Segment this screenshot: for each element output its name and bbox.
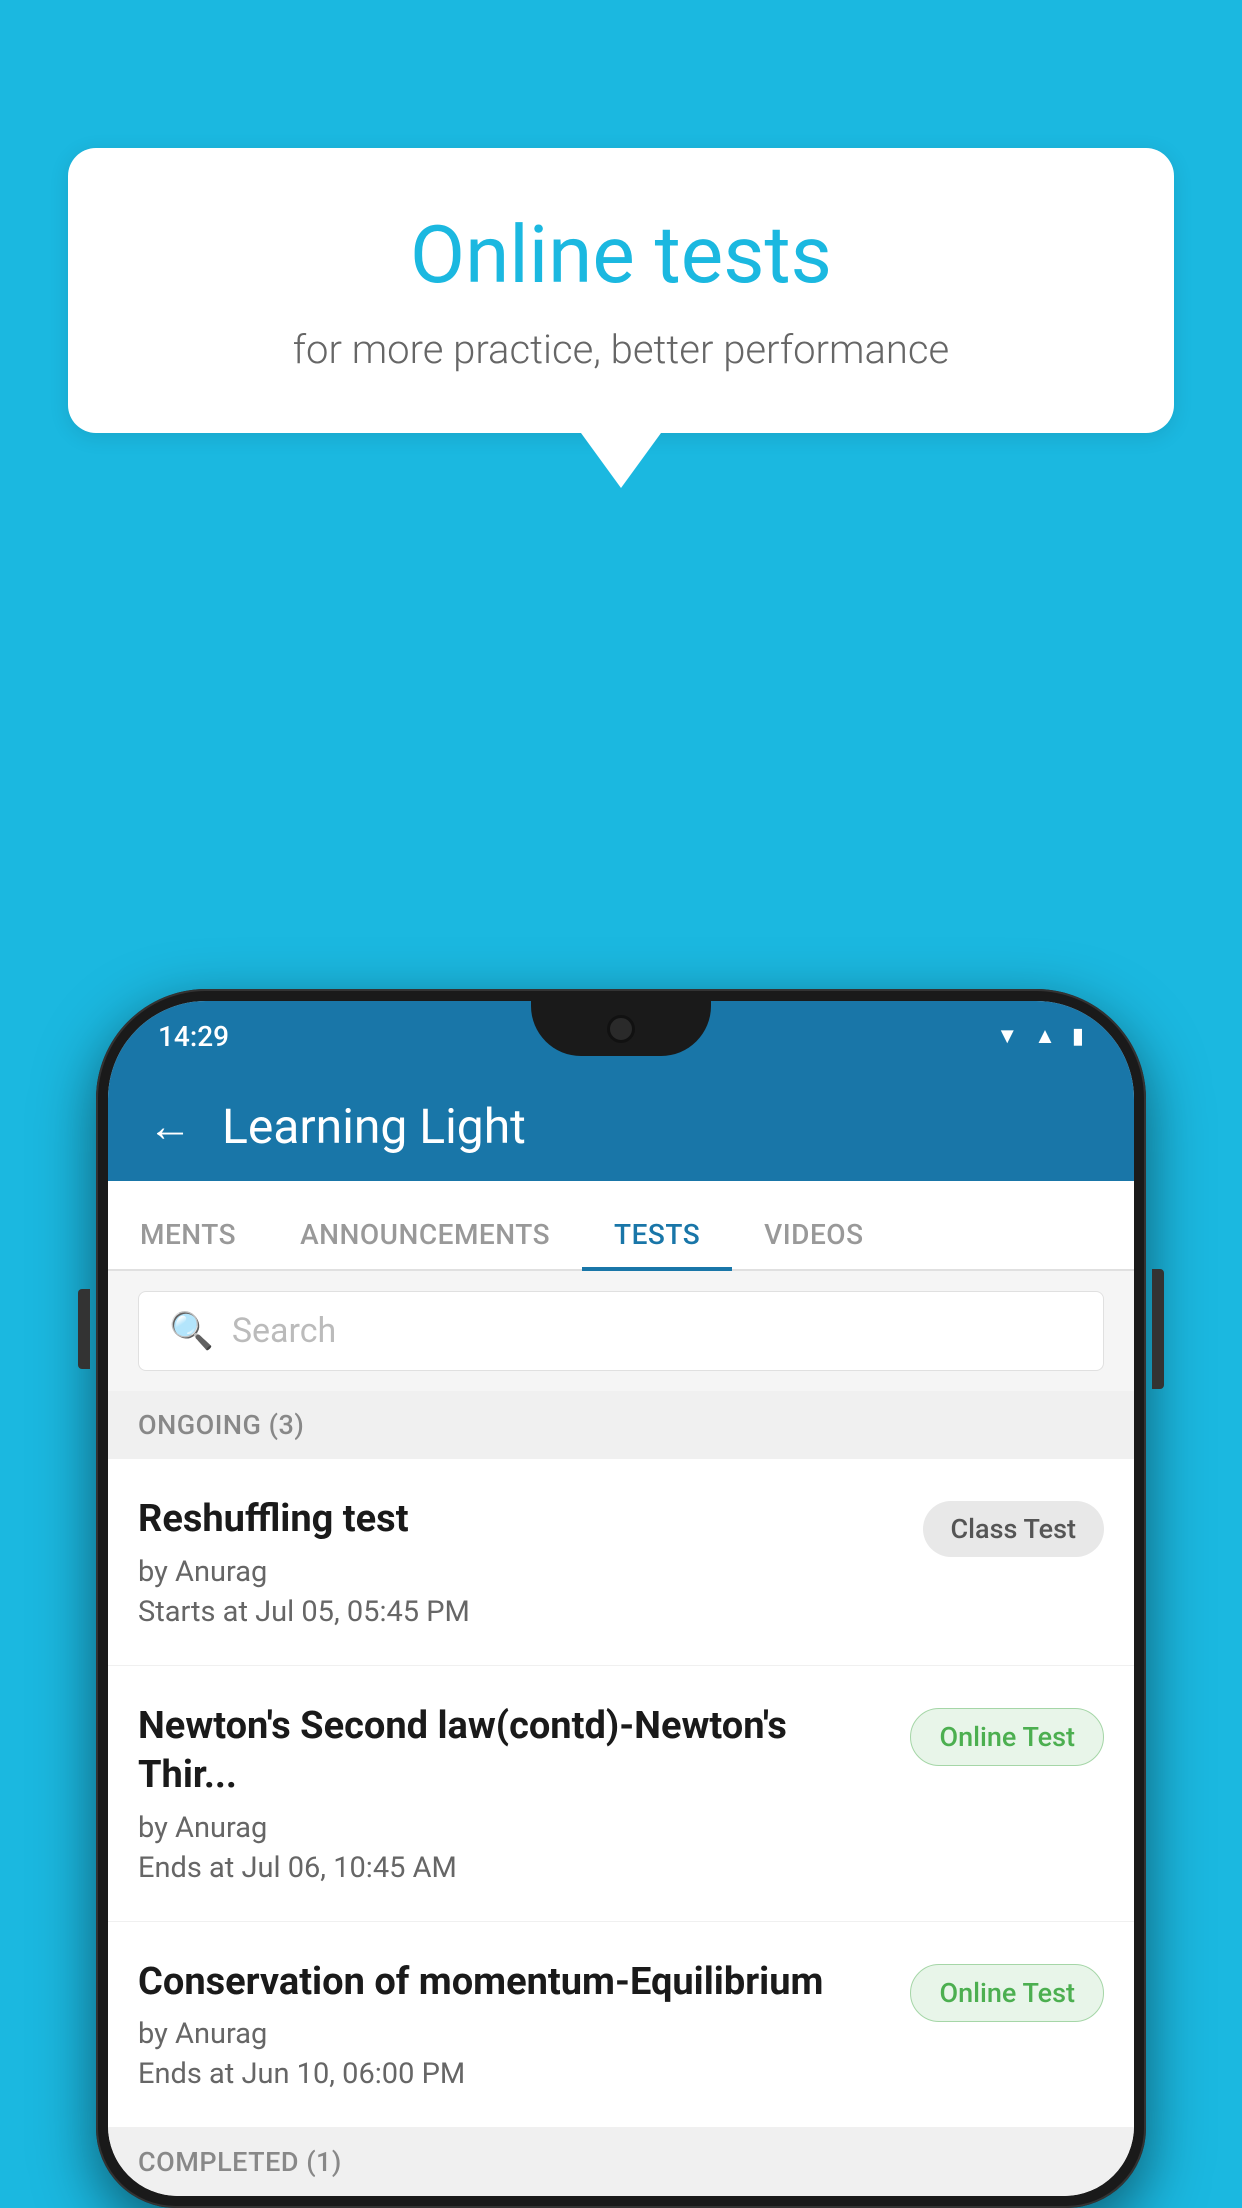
test-badge-3: Online Test [910,1964,1104,2022]
test-date-2: Ends at Jul 06, 10:45 AM [138,1851,890,1885]
app-title: Learning Light [222,1098,526,1155]
search-input[interactable]: Search [232,1311,336,1351]
completed-section-header: COMPLETED (1) [108,2128,1134,2196]
test-item-1[interactable]: Reshuffling test by Anurag Starts at Jul… [108,1459,1134,1665]
camera [607,1015,635,1043]
test-author-3: by Anurag [138,2017,890,2051]
test-date-1: Starts at Jul 05, 05:45 PM [138,1595,903,1629]
test-name-3: Conservation of momentum-Equilibrium [138,1958,890,2007]
search-icon: 🔍 [169,1310,214,1352]
test-author-1: by Anurag [138,1555,903,1589]
phone-screen: 14:29 ▼ ▲ ▮ ← Learning Light MENTS [108,1001,1134,2196]
test-name-1: Reshuffling test [138,1495,903,1544]
status-time: 14:29 [158,1020,229,1053]
tab-ments[interactable]: MENTS [108,1218,268,1269]
app-header: ← Learning Light [108,1071,1134,1181]
test-item-2[interactable]: Newton's Second law(contd)-Newton's Thir… [108,1666,1134,1922]
back-button[interactable]: ← [148,1100,192,1152]
status-bar: 14:29 ▼ ▲ ▮ [108,1001,1134,1071]
speech-bubble-arrow [581,433,661,488]
test-list: Reshuffling test by Anurag Starts at Jul… [108,1459,1134,2128]
test-date-3: Ends at Jun 10, 06:00 PM [138,2057,890,2091]
phone-volume-button [78,1289,90,1369]
test-info-2: Newton's Second law(contd)-Newton's Thir… [138,1702,890,1885]
battery-icon: ▮ [1072,1024,1084,1049]
tab-videos[interactable]: VIDEOS [732,1218,895,1269]
phone-outer: 14:29 ▼ ▲ ▮ ← Learning Light MENTS [96,989,1146,2208]
speech-bubble-container: Online tests for more practice, better p… [68,148,1174,488]
tab-announcements[interactable]: ANNOUNCEMENTS [268,1218,582,1269]
signal-icon: ▲ [1034,1023,1056,1049]
search-bar[interactable]: 🔍 Search [138,1291,1104,1371]
test-info-3: Conservation of momentum-Equilibrium by … [138,1958,890,2091]
status-icons: ▼ ▲ ▮ [996,1023,1084,1049]
phone-power-button [1152,1269,1164,1389]
test-author-2: by Anurag [138,1811,890,1845]
test-badge-1: Class Test [923,1501,1105,1557]
test-name-2: Newton's Second law(contd)-Newton's Thir… [138,1702,890,1801]
test-badge-2: Online Test [910,1708,1104,1766]
notch [531,1001,711,1056]
wifi-icon: ▼ [996,1023,1018,1049]
speech-bubble-subtitle: for more practice, better performance [148,326,1094,373]
phone-wrapper: 14:29 ▼ ▲ ▮ ← Learning Light MENTS [96,989,1146,2208]
tabs-bar: MENTS ANNOUNCEMENTS TESTS VIDEOS [108,1181,1134,1271]
ongoing-section-header: ONGOING (3) [108,1391,1134,1459]
search-container: 🔍 Search [108,1271,1134,1391]
test-item-3[interactable]: Conservation of momentum-Equilibrium by … [108,1922,1134,2128]
speech-bubble: Online tests for more practice, better p… [68,148,1174,433]
speech-bubble-title: Online tests [148,208,1094,302]
test-info-1: Reshuffling test by Anurag Starts at Jul… [138,1495,903,1628]
tab-tests[interactable]: TESTS [582,1218,732,1269]
